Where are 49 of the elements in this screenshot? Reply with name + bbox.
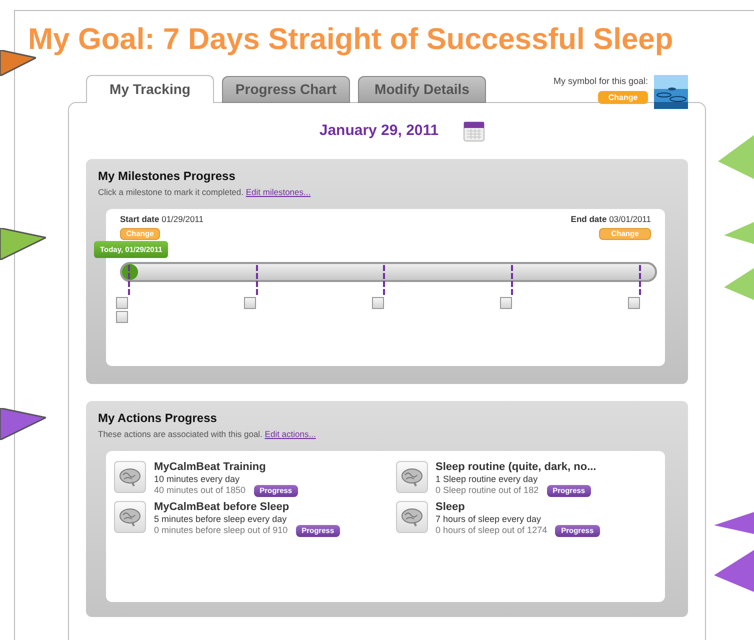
milestone-marker: [383, 264, 386, 295]
pointer-arrow: [718, 135, 754, 179]
pointer-arrow: [724, 268, 754, 300]
action-target: 7 hours of sleep every day: [436, 514, 542, 525]
action-done: 0 Sleep routine out of 182: [436, 485, 539, 496]
tab[interactable]: Progress Chart: [222, 76, 350, 103]
start-date: Start date 01/29/2011: [120, 212, 204, 226]
edit-milestones-link[interactable]: Edit milestones...: [246, 187, 311, 197]
action-target: 1 Sleep routine every day: [436, 474, 539, 485]
tab[interactable]: My Tracking: [86, 75, 214, 103]
action-target: 10 minutes every day: [154, 474, 241, 485]
brain-icon: [114, 500, 146, 533]
symbol-label: My symbol for this goal:: [553, 75, 648, 88]
action-name: MyCalmBeat before Sleep: [154, 500, 290, 514]
end-date: End date 03/01/2011: [570, 212, 651, 226]
milestone-checkbox[interactable]: [244, 296, 256, 309]
milestone-marker: [511, 264, 514, 295]
milestone-checkbox[interactable]: [116, 310, 128, 323]
action-name: MyCalmBeat Training: [154, 460, 267, 474]
current-date: January 29, 2011: [319, 120, 439, 141]
tab[interactable]: Modify Details: [358, 76, 486, 103]
pointer-arrow: [724, 222, 754, 244]
milestone-marker: [256, 264, 258, 295]
milestone-checkbox[interactable]: [116, 296, 128, 309]
milestone-marker: [128, 264, 130, 295]
action-done: 40 minutes out of 1850: [154, 485, 246, 496]
pointer-arrow: [714, 550, 754, 592]
milestone-checkbox[interactable]: [500, 296, 512, 309]
brain-icon: [114, 460, 146, 493]
action-done: 0 minutes before sleep out of 910: [154, 525, 288, 536]
section-title: My Actions Progress: [98, 410, 218, 427]
milestone-marker: [639, 264, 641, 295]
section-hint: These actions are associated with this goal. Edit actions...: [98, 428, 317, 441]
section-title: My Milestones Progress: [98, 168, 236, 185]
action-name: Sleep routine (quite, dark, no...: [436, 460, 596, 474]
page-title: My Goal: 7 Days Straight of Successful Sleep: [28, 22, 674, 58]
action-name: Sleep: [436, 500, 466, 514]
brain-icon: [396, 460, 428, 493]
milestone-checkbox[interactable]: [372, 296, 384, 309]
pointer-arrow: [0, 408, 46, 440]
section-hint: Click a milestone to mark it completed. Edit milestones...: [98, 186, 312, 199]
pointer-arrow: [0, 228, 46, 260]
calendar-icon[interactable]: [462, 120, 485, 142]
brain-icon: [396, 500, 428, 533]
action-target: 5 minutes before sleep every day: [154, 514, 288, 525]
milestone-checkbox[interactable]: [628, 296, 640, 309]
action-done: 0 hours of sleep out of 1274: [436, 525, 548, 536]
pointer-arrow: [714, 512, 754, 534]
edit-actions-link[interactable]: Edit actions...: [264, 429, 316, 439]
